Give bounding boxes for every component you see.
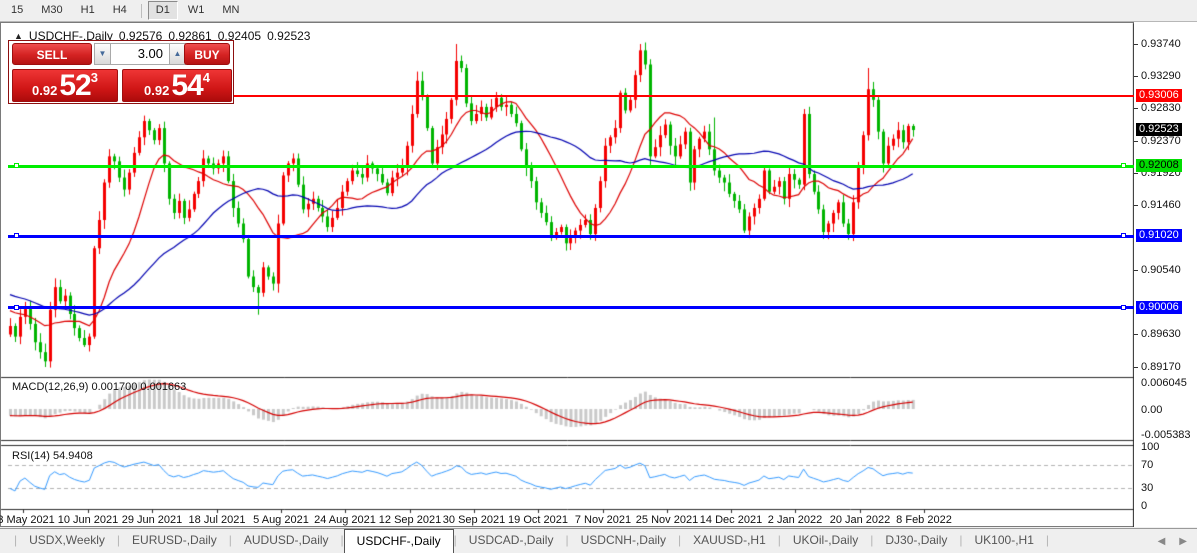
sell-price-prefix: 0.92 [32,83,58,98]
price-axis-label: 0.90540 [1141,264,1181,277]
symbol-tab-usdxweekly[interactable]: USDX,Weekly [17,529,117,553]
date-axis-label: 29 Jun 2021 [121,514,183,526]
macd-axis-label: 0.00 [1141,404,1163,416]
hline-0.90006[interactable] [8,304,1134,310]
price-axis-label: 0.92370 [1141,134,1181,147]
buy-price-pips: 54 [171,69,203,102]
hline-handle[interactable] [1121,233,1126,239]
trading-terminal: 15 M30 H1 H4 D1 W1 MN ▲ USDCHF-,Daily 0.92576 … [0,0,1197,553]
price-badge-0.93006: 0.93006 [1136,88,1182,102]
date-axis-label: 25 Nov 2021 [635,514,699,526]
toolbar-separator [140,3,142,18]
sell-price-box[interactable]: 0.92 52 3 [12,69,118,102]
trade-panel-row: SELL ▼ 3.00 ▲ BUY [9,41,233,67]
hline-handle[interactable] [14,233,19,239]
buy-price-box[interactable]: 0.92 54 4 [122,69,232,102]
price-badge-0.92008: 0.92008 [1136,159,1182,173]
symbol-tab-audusddaily[interactable]: AUDUSD-,Daily [232,529,341,553]
macd-axis-label: 0.006045 [1141,377,1187,389]
tabs-scroll-right-icon[interactable]: ▶ [1179,536,1187,547]
hline-handle[interactable] [14,304,19,310]
symbol-tab-dj30daily[interactable]: DJ30-,Daily [873,529,959,553]
date-axis-label: 30 Sep 2021 [442,514,506,526]
price-badge-0.92523: 0.92523 [1136,123,1182,136]
price-axis-tick [1134,334,1138,336]
price-axis-label: 0.89630 [1141,328,1181,341]
volume-decrease-button[interactable]: ▼ [94,43,111,65]
hline-handle[interactable] [1121,304,1126,310]
date-axis-label: 14 Dec 2021 [699,514,763,526]
macd-axis-label: -0.005383 [1141,429,1191,441]
price-badge-0.91020: 0.91020 [1136,229,1182,243]
symbol-tab-xauusdh1[interactable]: XAUUSD-,H1 [681,529,778,553]
date-axis-label: 24 Aug 2021 [314,514,376,526]
price-axis-tick [1134,367,1138,368]
price-axis-label: 0.92830 [1141,102,1181,115]
buy-price-prefix: 0.92 [144,83,170,98]
symbol-tab-usdcaddaily[interactable]: USDCAD-,Daily [457,529,566,553]
timeframe-button-d1[interactable]: D1 [147,1,178,20]
symbol-tab-uk100h1[interactable]: UK100-,H1 [963,529,1046,553]
date-axis-label: 20 Jan 2022 [829,514,891,526]
timeframe-toolbar: 15 M30 H1 H4 D1 W1 MN [0,0,1197,22]
one-click-trade-panel: SELL ▼ 3.00 ▲ BUY 0.92 52 3 0.92 54 4 [8,40,234,104]
price-axis-tick [1134,140,1138,142]
date-axis-label: 23 May 2021 [0,514,55,526]
macd-label: MACD(12,26,9) 0.001700 0.001663 [12,381,187,393]
price-axis-tick [1134,270,1138,272]
symbol-tab-usdcnhdaily[interactable]: USDCNH-,Daily [569,529,678,553]
price-axis-tick [1134,108,1138,110]
hline-0.92008[interactable] [8,163,1134,169]
tab-separator: | [1045,533,1049,547]
hline-handle[interactable] [1121,163,1126,169]
timeframe-button-w1[interactable]: W1 [180,1,213,20]
symbol-tab-eurusddaily[interactable]: EURUSD-,Daily [120,529,229,553]
sell-button[interactable]: SELL [12,43,92,65]
date-axis-label: 10 Jun 2021 [57,514,119,526]
price-axis-label: 0.89170 [1141,361,1181,373]
date-axis-label: 18 Jul 2021 [188,514,246,526]
symbol-tab-ukoildaily[interactable]: UKOil-,Daily [781,529,870,553]
rsi-label: RSI(14) 54.9408 [12,450,93,462]
rsi-axis-label: 100 [1141,441,1160,453]
hline-handle[interactable] [14,163,19,169]
date-axis-label: 12 Sep 2021 [378,514,442,526]
volume-input[interactable]: 3.00 [110,43,170,65]
sell-price-pips: 52 [59,69,91,102]
sell-price-point: 3 [90,70,98,85]
timeframe-button-h4[interactable]: H4 [105,1,135,20]
timeframe-button-m30[interactable]: M30 [33,1,70,20]
price-axis-tick [1134,172,1138,174]
price-axis-tick [1134,44,1138,45]
timeframe-button-h1[interactable]: H1 [73,1,103,20]
buy-price-point: 4 [202,70,210,85]
price-axis-tick [1134,75,1138,77]
symbol-tab-usdchfdaily[interactable]: USDCHF-,Daily [343,529,454,553]
price-badge-0.90006: 0.90006 [1136,300,1182,314]
rsi-axis-label: 30 [1141,482,1154,495]
date-axis-label: 8 Feb 2022 [896,514,952,526]
rsi-axis-label: 0 [1141,500,1148,512]
rsi-axis-label: 70 [1141,458,1154,471]
date-axis-label: 19 Oct 2021 [508,514,568,526]
timeframe-button-mn[interactable]: MN [214,1,247,20]
date-axis-label: 7 Nov 2021 [574,514,632,526]
ohlc-close: 0.92523 [267,29,311,43]
price-axis-label: 0.91460 [1141,199,1181,212]
date-axis-label: 5 Aug 2021 [253,514,309,526]
price-axis-label: 0.93290 [1141,69,1181,82]
hline-0.9102[interactable] [8,233,1134,239]
symbol-tab-bar: | USDX,Weekly | EURUSD-,Daily | AUDUSD-,Daily… [0,528,1197,553]
timeframe-button-15[interactable]: 15 [3,1,31,20]
price-axis-label: 0.93740 [1141,38,1181,50]
tabs-scroll-left-icon[interactable]: ◀ [1158,536,1166,547]
price-axis: 0.93740 0.93290 0.92830 0.92370 0.91920 0.914… [1134,22,1197,527]
price-axis-tick [1134,205,1138,207]
date-axis-label: 2 Jan 2022 [767,514,823,526]
buy-button[interactable]: BUY [184,43,230,65]
